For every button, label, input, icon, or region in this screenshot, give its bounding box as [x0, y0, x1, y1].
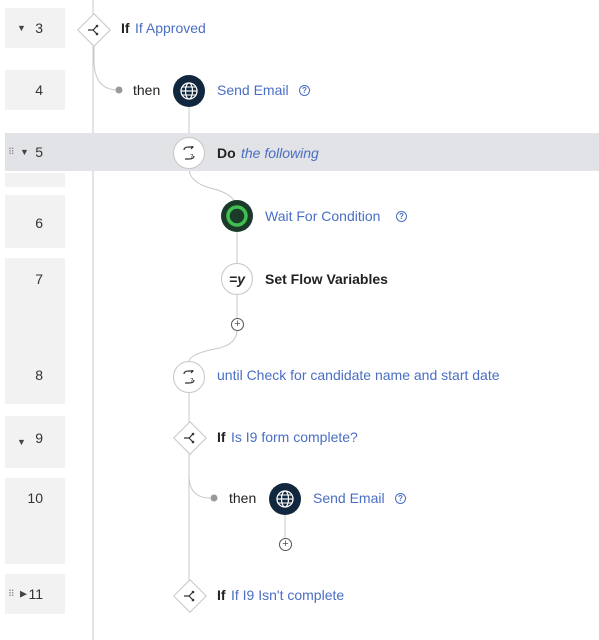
until-loop-node[interactable]: ? — [173, 361, 205, 393]
collapse-toggle[interactable]: ▼ — [17, 437, 26, 447]
row-9[interactable]: ▼ 9 — [5, 416, 65, 468]
expand-toggle[interactable]: ▶ — [20, 589, 27, 600]
branch-icon — [184, 432, 195, 444]
connector-lines — [92, 0, 286, 640]
row-3[interactable]: ▼ 3 — [5, 8, 65, 48]
loop-icon: ? — [183, 370, 195, 384]
if-condition-link[interactable]: If Approved — [135, 20, 206, 36]
row-number: 9 — [35, 430, 43, 446]
globe-icon — [180, 82, 198, 100]
if-keyword: If — [217, 429, 226, 445]
help-icon[interactable]: ? — [396, 211, 407, 222]
svg-text:?: ? — [190, 377, 194, 384]
add-step-button[interactable]: + — [231, 318, 244, 331]
row-4[interactable]: 4 — [5, 70, 65, 110]
send-email-link[interactable]: Send Email — [217, 82, 289, 98]
then-label: then — [133, 82, 161, 98]
send-email-node[interactable] — [269, 483, 301, 515]
help-icon[interactable]: ? — [299, 85, 310, 96]
row-number: 7 — [35, 271, 43, 287]
row-5-continuation — [5, 173, 65, 187]
if-keyword: If — [217, 587, 226, 603]
do-keyword: Do — [217, 145, 236, 161]
wait-for-condition-link[interactable]: Wait For Condition — [265, 208, 380, 224]
if-condition-link[interactable]: If I9 Isn't complete — [231, 587, 344, 603]
add-step-button[interactable]: + — [279, 538, 292, 551]
collapse-toggle[interactable]: ▼ — [17, 23, 26, 33]
drag-handle-icon[interactable]: ⠿ — [8, 147, 14, 158]
if-condition-link[interactable]: Is I9 form complete? — [231, 429, 358, 445]
row-5[interactable]: ⠿ ▼ 5 — [5, 133, 65, 171]
row-number: 6 — [35, 215, 43, 231]
row-number: 3 — [35, 20, 43, 36]
wait-for-condition-node[interactable] — [221, 200, 253, 232]
variable-icon: =y — [229, 271, 245, 287]
row-10[interactable]: 10 — [5, 478, 65, 564]
collapse-toggle[interactable]: ▼ — [20, 147, 29, 157]
set-flow-variables-node[interactable]: =y — [221, 263, 253, 295]
svg-text:?: ? — [190, 153, 194, 160]
branch-icon — [184, 590, 195, 602]
row-7[interactable]: 7 8 — [5, 258, 65, 404]
row-number: 10 — [27, 490, 43, 506]
row-number: 4 — [35, 82, 43, 98]
do-text-link[interactable]: the following — [241, 145, 319, 161]
send-email-link[interactable]: Send Email — [313, 490, 385, 506]
help-icon[interactable]: ? — [395, 493, 406, 504]
row-number: 11 — [28, 586, 43, 602]
loop-icon: ? — [183, 146, 195, 160]
branch-icon — [88, 24, 99, 36]
until-condition-link[interactable]: until Check for candidate name and start… — [217, 367, 500, 383]
row-6[interactable]: 6 — [5, 195, 65, 248]
loop-node[interactable]: ? — [173, 137, 205, 169]
then-label: then — [229, 490, 257, 506]
row-11[interactable]: ⠿ ▶ 11 — [5, 574, 65, 614]
send-email-node[interactable] — [173, 75, 205, 107]
globe-icon — [276, 490, 294, 508]
row-number: 8 — [35, 367, 43, 383]
wait-icon — [226, 205, 248, 227]
set-flow-variables-label[interactable]: Set Flow Variables — [265, 271, 388, 287]
row-number: 5 — [35, 144, 43, 160]
drag-handle-icon[interactable]: ⠿ — [8, 589, 14, 600]
if-keyword: If — [121, 20, 130, 36]
row-5-highlight — [65, 133, 599, 171]
